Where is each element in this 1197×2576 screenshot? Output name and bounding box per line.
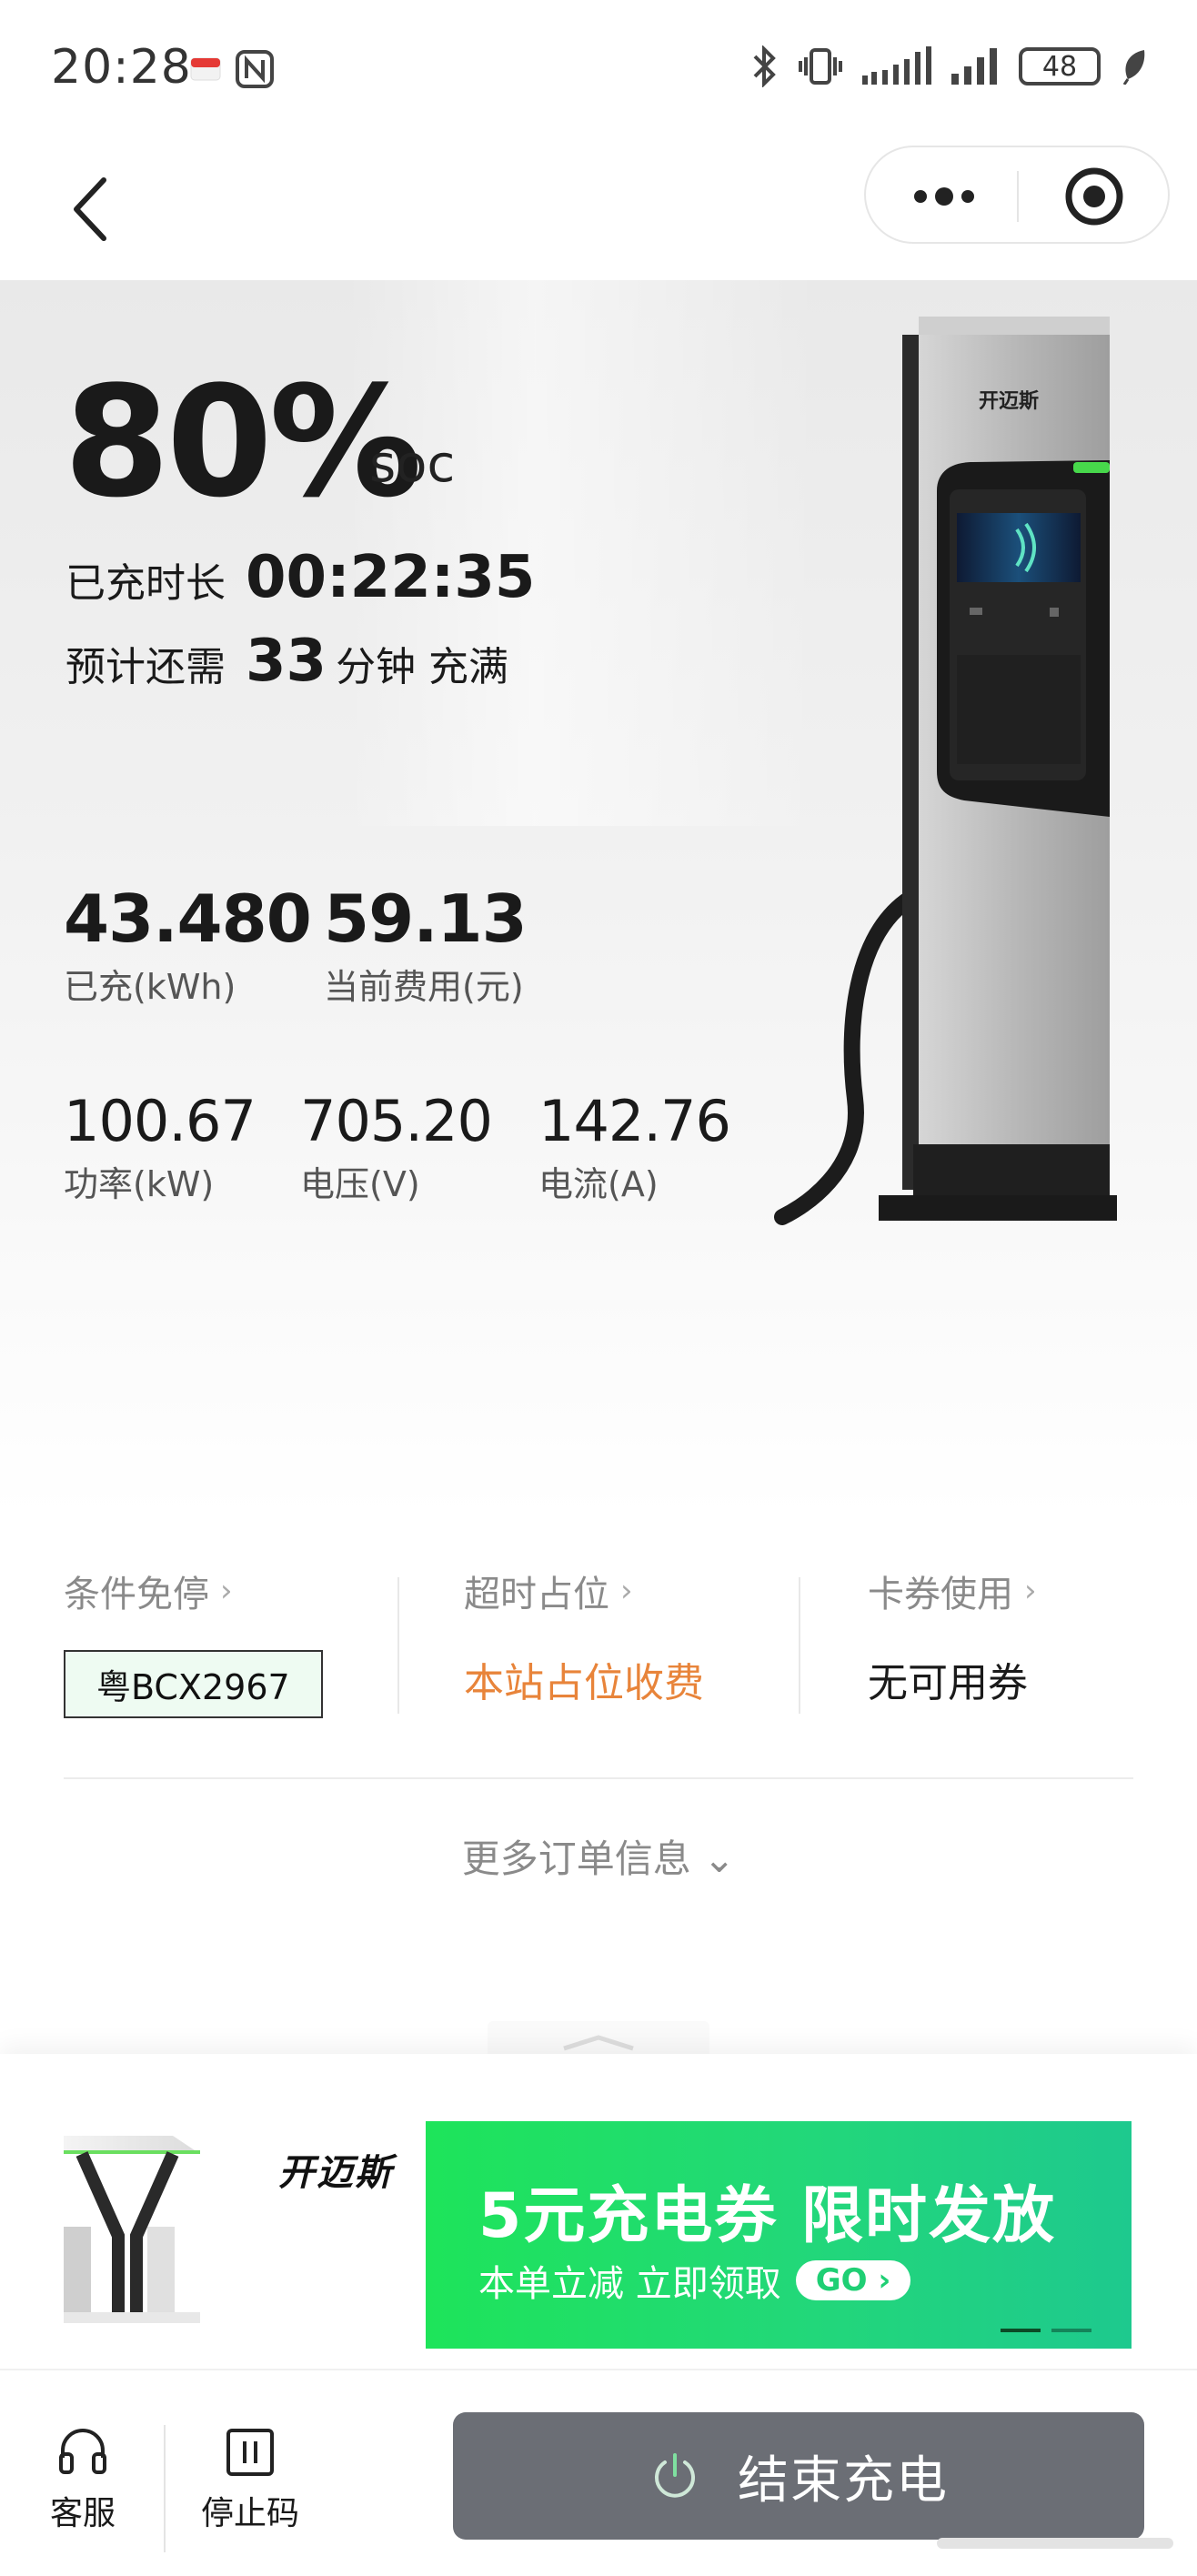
- sheet-handle[interactable]: [488, 2021, 709, 2058]
- status-time: 20:28: [51, 40, 192, 95]
- elapsed-time-row: 已充时长 00:22:35: [65, 544, 535, 611]
- go-button[interactable]: GO ›: [795, 2260, 911, 2300]
- brand-logo: 开迈斯: [278, 2152, 393, 2194]
- customer-service-button[interactable]: 客服: [24, 2425, 142, 2534]
- carousel-dot: [1051, 2329, 1091, 2332]
- nfc-icon: [236, 50, 274, 88]
- charged-value: 43.480: [64, 880, 312, 957]
- occupancy-column[interactable]: 超时占位 › 本站占位收费: [464, 1565, 791, 1719]
- close-target-icon[interactable]: [1053, 164, 1135, 229]
- parking-title: 条件免停: [64, 1574, 209, 1615]
- nav-header: [0, 136, 1197, 280]
- signal-icon: [862, 46, 931, 85]
- coupon-title-row: 卡券使用 ›: [868, 1565, 1133, 1617]
- remaining-value: 33: [246, 628, 327, 695]
- home-indicator: [937, 2538, 1173, 2549]
- chevron-up-icon: [563, 2035, 634, 2051]
- carousel-dot-active: [1001, 2329, 1041, 2332]
- voltage-value: 705.20: [300, 1088, 493, 1154]
- chevron-right-icon: ›: [620, 1573, 633, 1609]
- customer-service-label: 客服: [49, 2495, 116, 2532]
- soc-unit: soc: [369, 435, 456, 494]
- current-label: 电流(A): [538, 1164, 659, 1204]
- column-divider: [799, 1577, 800, 1714]
- power-label: 功率(kW): [64, 1164, 215, 1204]
- soc-percentage: 80%: [64, 353, 422, 531]
- parking-column[interactable]: 条件免停 › 粤BCX2967: [64, 1565, 391, 1719]
- license-plate: 粤BCX2967: [64, 1650, 323, 1718]
- stop-code-label: 停止码: [200, 2495, 299, 2532]
- stat-charged: 43.480 已充(kWh): [64, 880, 312, 1009]
- headset-icon: [59, 2429, 106, 2474]
- promo-title: 5元充电券 限时发放: [478, 2180, 1056, 2252]
- coupon-title: 卡券使用: [868, 1574, 1013, 1615]
- order-info-row: 条件免停 › 粤BCX2967 超时占位 › 本站占位收费 卡券使用 › 无可用…: [64, 1565, 1133, 1728]
- elapsed-label: 已充时长: [65, 560, 226, 607]
- vibrate-icon: [799, 48, 842, 85]
- remaining-time-row: 预计还需 33 分钟 充满: [65, 628, 508, 695]
- capsule-divider: [1017, 171, 1019, 222]
- charged-label: 已充(kWh): [64, 967, 236, 1007]
- stat-current: 142.76 电流(A): [538, 1088, 731, 1206]
- parking-title-row: 条件免停 ›: [64, 1565, 391, 1617]
- chevron-right-icon: ›: [1024, 1573, 1037, 1609]
- more-dots-icon[interactable]: [902, 164, 984, 229]
- stat-power: 100.67 功率(kW): [64, 1088, 256, 1206]
- stat-fee: 59.13 当前费用(元): [324, 880, 528, 1009]
- end-charging-label: 结束充电: [738, 2450, 949, 2511]
- fee-label: 当前费用(元): [324, 967, 524, 1007]
- toolbar-divider: [164, 2425, 166, 2552]
- coupon-column[interactable]: 卡券使用 › 无可用券: [868, 1565, 1133, 1719]
- chevron-right-icon: ›: [220, 1573, 233, 1609]
- status-bar: 20:28 48: [0, 0, 1197, 136]
- battery-level: 48: [1041, 50, 1078, 83]
- current-value: 142.76: [538, 1088, 731, 1154]
- status-icons: 48: [751, 45, 1148, 87]
- mini-program-capsule: [864, 146, 1170, 244]
- charger-illustration: 开迈斯: [774, 317, 1117, 1225]
- battery-icon: 48: [1019, 47, 1101, 86]
- coupon-value: 无可用券: [868, 1660, 1028, 1706]
- bluetooth-icon: [753, 45, 776, 87]
- coupon-promo-banner[interactable]: 5元充电券 限时发放 本单立减 立即领取 GO ›: [426, 2121, 1132, 2349]
- calendar-notification-icon: [190, 57, 221, 81]
- remaining-prefix: 预计还需: [65, 644, 226, 690]
- stop-code-button[interactable]: 停止码: [191, 2425, 309, 2534]
- carousel-indicator: [1001, 2329, 1091, 2332]
- promo-subtitle: 本单立减 立即领取: [478, 2263, 781, 2305]
- eco-leaf-icon: [1122, 50, 1145, 85]
- charger-brand-logo: 开迈斯: [979, 389, 1039, 413]
- remaining-suffix: 分钟 充满: [336, 644, 509, 690]
- elapsed-value: 00:22:35: [246, 544, 536, 611]
- end-charging-button[interactable]: 结束充电: [453, 2412, 1144, 2540]
- column-divider: [397, 1577, 399, 1714]
- stat-voltage: 705.20 电压(V): [300, 1088, 493, 1206]
- parking-sub: 粤BCX2967: [64, 1650, 391, 1718]
- occupancy-title: 超时占位: [464, 1574, 609, 1615]
- power-icon: [655, 2453, 695, 2498]
- back-arrow-icon[interactable]: [64, 173, 118, 246]
- voltage-label: 电压(V): [300, 1164, 420, 1204]
- signal-icon: [951, 48, 997, 85]
- power-value: 100.67: [64, 1088, 256, 1154]
- more-order-info-toggle[interactable]: 更多订单信息 ⌄: [0, 1828, 1197, 1884]
- divider-line: [64, 1777, 1133, 1779]
- fee-value: 59.13: [324, 880, 528, 957]
- occupancy-title-row: 超时占位 ›: [464, 1565, 791, 1617]
- charging-status-panel: 80% soc 已充时长 00:22:35 预计还需 33 分钟 充满 43.4…: [0, 280, 1197, 1517]
- occupancy-value: 本站占位收费: [464, 1660, 704, 1706]
- promo-subtitle-row: 本单立减 立即领取 GO ›: [478, 2254, 911, 2307]
- charging-page: 20:28 48 80% soc 已充时长 00:22:35 预计还需 33 分…: [0, 0, 1197, 2576]
- pause-square-icon: [226, 2429, 274, 2476]
